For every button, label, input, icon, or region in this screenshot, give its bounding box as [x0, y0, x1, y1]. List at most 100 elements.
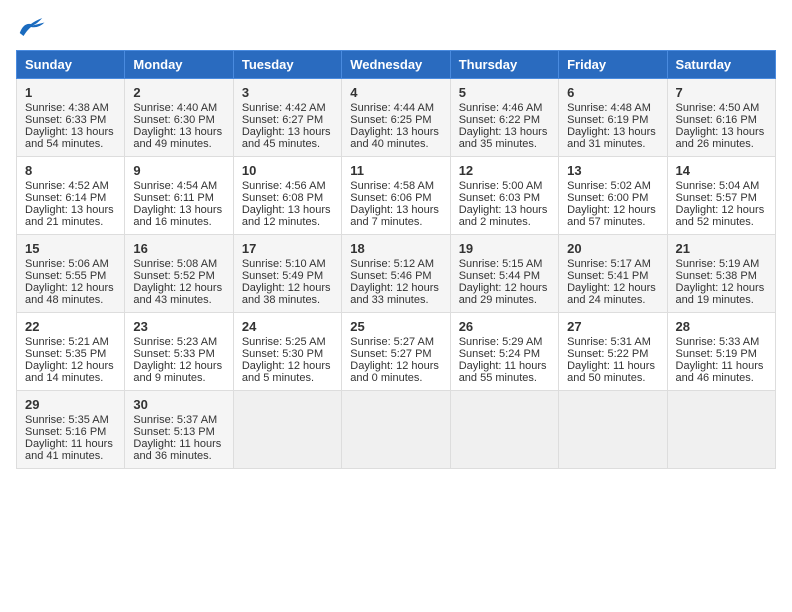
calendar-cell: 11Sunrise: 4:58 AMSunset: 6:06 PMDayligh… [342, 157, 450, 235]
day-info-line: Sunrise: 5:06 AM [25, 258, 116, 270]
calendar-cell: 26Sunrise: 5:29 AMSunset: 5:24 PMDayligh… [450, 313, 558, 391]
day-info-line: Daylight: 13 hours [676, 126, 767, 138]
week-row-4: 29Sunrise: 5:35 AMSunset: 5:16 PMDayligh… [17, 391, 776, 469]
day-info-line: Sunrise: 5:19 AM [676, 258, 767, 270]
calendar-cell: 7Sunrise: 4:50 AMSunset: 6:16 PMDaylight… [667, 79, 775, 157]
day-info-line: Sunset: 6:08 PM [242, 192, 333, 204]
header-sunday: Sunday [17, 51, 125, 79]
day-info-line: Sunrise: 4:52 AM [25, 180, 116, 192]
day-info-line: Sunrise: 5:37 AM [133, 414, 224, 426]
day-number: 24 [242, 319, 333, 334]
day-info-line: Daylight: 13 hours [25, 204, 116, 216]
day-number: 1 [25, 85, 116, 100]
day-info-line: Sunset: 6:14 PM [25, 192, 116, 204]
day-info-line: Sunrise: 5:27 AM [350, 336, 441, 348]
day-info-line: Sunrise: 5:25 AM [242, 336, 333, 348]
day-info-line: Sunrise: 4:54 AM [133, 180, 224, 192]
day-number: 19 [459, 241, 550, 256]
day-info-line: and 29 minutes. [459, 294, 550, 306]
calendar-cell [667, 391, 775, 469]
day-info-line: Daylight: 13 hours [567, 126, 658, 138]
calendar-cell: 12Sunrise: 5:00 AMSunset: 6:03 PMDayligh… [450, 157, 558, 235]
calendar-cell: 5Sunrise: 4:46 AMSunset: 6:22 PMDaylight… [450, 79, 558, 157]
calendar-cell: 17Sunrise: 5:10 AMSunset: 5:49 PMDayligh… [233, 235, 341, 313]
calendar-cell: 22Sunrise: 5:21 AMSunset: 5:35 PMDayligh… [17, 313, 125, 391]
calendar-cell [342, 391, 450, 469]
day-info-line: Sunset: 6:27 PM [242, 114, 333, 126]
calendar-cell: 13Sunrise: 5:02 AMSunset: 6:00 PMDayligh… [559, 157, 667, 235]
day-info-line: Daylight: 12 hours [133, 282, 224, 294]
day-number: 2 [133, 85, 224, 100]
day-info-line: Daylight: 13 hours [350, 204, 441, 216]
day-number: 5 [459, 85, 550, 100]
day-info-line: Sunrise: 5:17 AM [567, 258, 658, 270]
day-info-line: Sunset: 6:19 PM [567, 114, 658, 126]
day-info-line: Daylight: 11 hours [459, 360, 550, 372]
calendar-cell [450, 391, 558, 469]
calendar-cell: 6Sunrise: 4:48 AMSunset: 6:19 PMDaylight… [559, 79, 667, 157]
day-info-line: and 33 minutes. [350, 294, 441, 306]
calendar-cell: 30Sunrise: 5:37 AMSunset: 5:13 PMDayligh… [125, 391, 233, 469]
day-info-line: Sunset: 6:03 PM [459, 192, 550, 204]
day-info-line: and 48 minutes. [25, 294, 116, 306]
header-saturday: Saturday [667, 51, 775, 79]
day-info-line: and 12 minutes. [242, 216, 333, 228]
day-info-line: Daylight: 13 hours [242, 204, 333, 216]
day-number: 9 [133, 163, 224, 178]
day-number: 27 [567, 319, 658, 334]
day-info-line: Sunrise: 5:08 AM [133, 258, 224, 270]
day-info-line: and 14 minutes. [25, 372, 116, 384]
calendar-cell: 18Sunrise: 5:12 AMSunset: 5:46 PMDayligh… [342, 235, 450, 313]
day-info-line: and 16 minutes. [133, 216, 224, 228]
day-info-line: and 45 minutes. [242, 138, 333, 150]
header-wednesday: Wednesday [342, 51, 450, 79]
logo [16, 16, 50, 38]
day-info-line: Daylight: 12 hours [567, 204, 658, 216]
calendar-body: 1Sunrise: 4:38 AMSunset: 6:33 PMDaylight… [17, 79, 776, 469]
day-info-line: Daylight: 11 hours [567, 360, 658, 372]
day-number: 6 [567, 85, 658, 100]
calendar-table: SundayMondayTuesdayWednesdayThursdayFrid… [16, 50, 776, 469]
day-info-line: and 38 minutes. [242, 294, 333, 306]
day-info-line: Sunrise: 5:33 AM [676, 336, 767, 348]
calendar-cell: 25Sunrise: 5:27 AMSunset: 5:27 PMDayligh… [342, 313, 450, 391]
day-info-line: Sunrise: 5:00 AM [459, 180, 550, 192]
day-info-line: Sunset: 5:30 PM [242, 348, 333, 360]
day-info-line: Daylight: 12 hours [242, 360, 333, 372]
calendar-cell: 8Sunrise: 4:52 AMSunset: 6:14 PMDaylight… [17, 157, 125, 235]
day-info-line: and 49 minutes. [133, 138, 224, 150]
day-info-line: Sunset: 6:33 PM [25, 114, 116, 126]
calendar-cell [233, 391, 341, 469]
header-monday: Monday [125, 51, 233, 79]
day-info-line: Sunset: 6:11 PM [133, 192, 224, 204]
day-info-line: and 55 minutes. [459, 372, 550, 384]
day-info-line: and 54 minutes. [25, 138, 116, 150]
calendar-header: SundayMondayTuesdayWednesdayThursdayFrid… [17, 51, 776, 79]
day-info-line: Sunset: 5:52 PM [133, 270, 224, 282]
day-info-line: Sunrise: 4:38 AM [25, 102, 116, 114]
calendar-cell: 19Sunrise: 5:15 AMSunset: 5:44 PMDayligh… [450, 235, 558, 313]
header-thursday: Thursday [450, 51, 558, 79]
calendar-cell: 10Sunrise: 4:56 AMSunset: 6:08 PMDayligh… [233, 157, 341, 235]
logo-icon [16, 16, 46, 38]
day-info-line: and 21 minutes. [25, 216, 116, 228]
day-info-line: Sunset: 5:22 PM [567, 348, 658, 360]
day-info-line: Daylight: 13 hours [25, 126, 116, 138]
day-info-line: and 52 minutes. [676, 216, 767, 228]
calendar-cell: 4Sunrise: 4:44 AMSunset: 6:25 PMDaylight… [342, 79, 450, 157]
header-tuesday: Tuesday [233, 51, 341, 79]
calendar-cell: 28Sunrise: 5:33 AMSunset: 5:19 PMDayligh… [667, 313, 775, 391]
day-number: 29 [25, 397, 116, 412]
day-info-line: Sunrise: 5:04 AM [676, 180, 767, 192]
day-number: 21 [676, 241, 767, 256]
day-info-line: Sunset: 5:38 PM [676, 270, 767, 282]
day-info-line: Sunset: 5:55 PM [25, 270, 116, 282]
calendar-cell: 29Sunrise: 5:35 AMSunset: 5:16 PMDayligh… [17, 391, 125, 469]
week-row-2: 15Sunrise: 5:06 AMSunset: 5:55 PMDayligh… [17, 235, 776, 313]
day-info-line: Sunset: 6:30 PM [133, 114, 224, 126]
day-number: 14 [676, 163, 767, 178]
day-info-line: Daylight: 13 hours [459, 126, 550, 138]
day-info-line: Sunset: 5:16 PM [25, 426, 116, 438]
day-info-line: Daylight: 11 hours [25, 438, 116, 450]
day-info-line: Daylight: 11 hours [676, 360, 767, 372]
